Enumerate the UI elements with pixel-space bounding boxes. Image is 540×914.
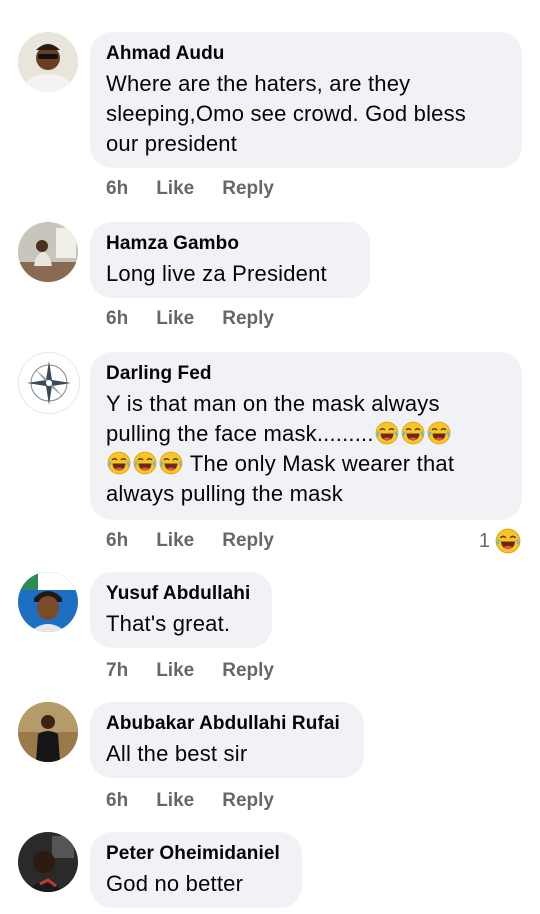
comment-author[interactable]: Yusuf Abdullahi	[106, 582, 254, 606]
comment-bubble: Ahmad Audu Where are the haters, are the…	[90, 32, 522, 168]
like-button[interactable]: Like	[156, 308, 194, 330]
comment-author[interactable]: Peter Oheimidaniel	[106, 842, 284, 866]
comment-actions: 7h Like Reply	[106, 660, 274, 682]
tears-of-joy-emoji	[107, 451, 131, 475]
reply-button[interactable]: Reply	[222, 660, 274, 682]
like-button[interactable]: Like	[156, 178, 194, 200]
like-button[interactable]: Like	[156, 790, 194, 812]
timestamp[interactable]: 6h	[106, 530, 128, 552]
reaction-count: 1	[478, 529, 490, 552]
comment-actions: 6h Like Reply	[106, 530, 274, 552]
comment-bubble: Hamza Gambo Long live za President	[90, 222, 370, 298]
comment-actions: 6h Like Reply	[106, 308, 274, 330]
comment-text: God no better	[106, 871, 244, 896]
timestamp[interactable]: 6h	[106, 178, 128, 200]
reply-button[interactable]: Reply	[222, 790, 274, 812]
reply-button[interactable]: Reply	[222, 178, 274, 200]
comment-text: Y is that man on the mask always pulling…	[106, 391, 455, 506]
avatar[interactable]	[18, 222, 78, 282]
timestamp[interactable]: 6h	[106, 308, 128, 330]
comment-text: Where are the haters, are they sleeping,…	[106, 71, 466, 156]
reply-button[interactable]: Reply	[222, 308, 274, 330]
tears-of-joy-emoji	[159, 451, 183, 475]
avatar[interactable]	[18, 32, 78, 92]
comment-actions: 6h Like Reply	[106, 790, 274, 812]
tears-of-joy-emoji	[133, 451, 157, 475]
avatar[interactable]	[18, 352, 80, 414]
comment-bubble: Yusuf Abdullahi That's great.	[90, 572, 272, 648]
haha-reaction-icon	[495, 528, 521, 554]
like-button[interactable]: Like	[156, 530, 194, 552]
avatar[interactable]	[18, 702, 78, 762]
comment-text: Long live za President	[106, 261, 327, 286]
tears-of-joy-emoji	[401, 421, 425, 445]
comment-author[interactable]: Darling Fed	[106, 362, 504, 386]
timestamp[interactable]: 7h	[106, 660, 128, 682]
reply-button[interactable]: Reply	[222, 530, 274, 552]
comment-text: All the best sir	[106, 741, 248, 766]
like-button[interactable]: Like	[156, 660, 194, 682]
timestamp[interactable]: 6h	[106, 790, 128, 812]
reaction-summary[interactable]: 1	[479, 528, 522, 554]
comment-author[interactable]: Hamza Gambo	[106, 232, 352, 256]
avatar[interactable]	[18, 832, 78, 892]
comment-bubble: Darling Fed Y is that man on the mask al…	[90, 352, 522, 520]
comment-author[interactable]: Abubakar Abdullahi Rufai	[106, 712, 346, 736]
comment-author[interactable]: Ahmad Audu	[106, 42, 504, 66]
comment-text: That's great.	[106, 611, 231, 636]
tears-of-joy-emoji	[427, 421, 451, 445]
comment-bubble: Peter Oheimidaniel God no better	[90, 832, 302, 908]
avatar[interactable]	[18, 572, 78, 632]
comment-actions: 6h Like Reply	[106, 178, 274, 200]
tears-of-joy-emoji	[375, 421, 399, 445]
comment-bubble: Abubakar Abdullahi Rufai All the best si…	[90, 702, 364, 778]
